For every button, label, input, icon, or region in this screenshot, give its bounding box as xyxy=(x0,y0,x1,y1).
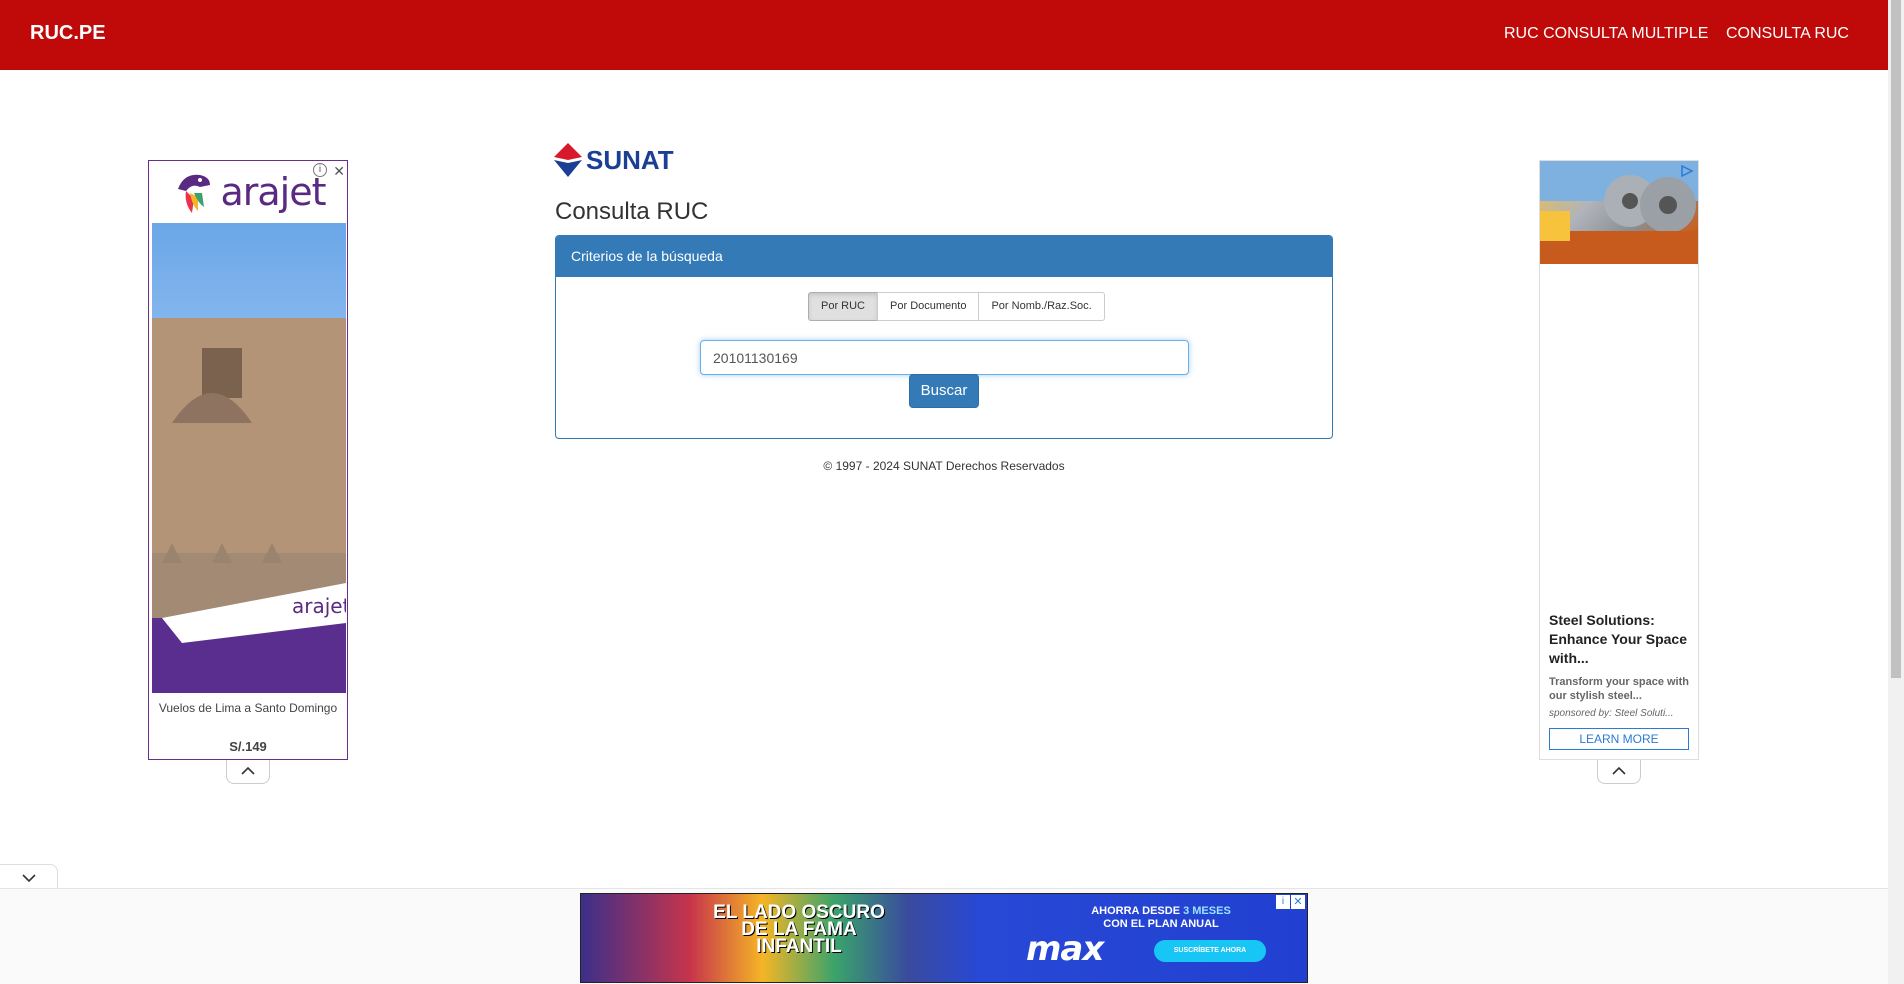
promo-highlight: 3 MESES xyxy=(1183,905,1231,917)
left-ad-banner[interactable]: arajet i ✕ arajet Vuelos de Lima a Santo… xyxy=(148,160,348,760)
steel-coil-illustration xyxy=(1540,161,1698,264)
ad-photo-steel-coils xyxy=(1540,161,1698,264)
adchoices-icon[interactable] xyxy=(1680,164,1694,178)
copyright-footer: © 1997 - 2024 SUNAT Derechos Reservados xyxy=(823,459,1065,473)
right-ad-collapse-button[interactable] xyxy=(1597,760,1641,784)
tab-por-nombre-razon-social[interactable]: Por Nomb./Raz.Soc. xyxy=(978,292,1105,321)
page-title: Consulta RUC xyxy=(555,198,709,225)
sunat-emblem-icon xyxy=(554,143,582,177)
arajet-wordmark: arajet xyxy=(220,170,326,214)
nav-link-ruc-consulta-multiple[interactable]: RUC CONSULTA MULTIPLE xyxy=(1504,25,1708,43)
max-logo: max xyxy=(1026,929,1104,969)
info-icon[interactable]: i xyxy=(313,163,327,177)
top-navbar: RUC.PE RUC CONSULTA MULTIPLE CONSULTA RU… xyxy=(0,0,1888,70)
panel-heading: Criterios de la búsqueda xyxy=(556,236,1332,277)
sunat-wordmark: SUNAT xyxy=(586,144,674,175)
arajet-bird-icon xyxy=(178,174,211,213)
cathedral-illustration: arajet xyxy=(152,318,347,693)
learn-more-button[interactable]: LEARN MORE xyxy=(1549,728,1689,750)
bottom-ad-headline: EL LADO OSCURO DE LA FAMA INFANTIL xyxy=(713,902,885,957)
search-mode-tabs: Por RUC Por Documento Por Nomb./Raz.Soc. xyxy=(808,292,1105,321)
close-icon[interactable]: ✕ xyxy=(333,163,345,180)
ad-photo-santo-domingo: arajet xyxy=(152,223,347,693)
buscar-button[interactable]: Buscar xyxy=(909,374,979,408)
bottom-ad-toggle-button[interactable] xyxy=(0,864,58,890)
bottom-ad-banner[interactable]: EL LADO OSCURO DE LA FAMA INFANTIL AHORR… xyxy=(580,893,1308,983)
promo-text: AHORRA DESDE xyxy=(1091,905,1181,917)
search-panel: Criterios de la búsqueda Por RUC Por Doc… xyxy=(555,235,1333,439)
chevron-down-icon xyxy=(21,874,36,883)
brand-link[interactable]: RUC.PE xyxy=(30,22,106,45)
ruc-input[interactable] xyxy=(700,340,1189,375)
sunat-logo: SUNAT xyxy=(554,143,674,177)
left-ad-collapse-button[interactable] xyxy=(226,760,270,784)
tab-por-ruc[interactable]: Por RUC xyxy=(808,292,879,321)
right-ad-banner[interactable]: Steel Solutions: Enhance Your Space with… xyxy=(1539,160,1699,760)
ad-price: S/.149 xyxy=(229,739,267,754)
page-scrollbar[interactable] xyxy=(1888,0,1904,984)
tab-por-documento[interactable]: Por Documento xyxy=(877,292,980,321)
scrollbar-thumb[interactable] xyxy=(1891,0,1901,678)
ad-caption: Vuelos de Lima a Santo Domingo xyxy=(158,701,338,715)
ad-description: Transform your space with our stylish st… xyxy=(1549,676,1689,702)
close-icon[interactable]: ✕ xyxy=(1291,895,1305,909)
nav-link-consulta-ruc[interactable]: CONSULTA RUC xyxy=(1726,25,1849,43)
ad-sponsor: sponsored by: Steel Soluti... xyxy=(1549,708,1674,719)
bottom-ad-promo: AHORRA DESDE 3 MESES CON EL PLAN ANUAL xyxy=(1061,905,1261,931)
svg-text:arajet: arajet xyxy=(292,594,346,618)
promo-text-2: CON EL PLAN ANUAL xyxy=(1103,918,1219,930)
info-icon[interactable]: i xyxy=(1276,895,1290,909)
ad-headline[interactable]: Steel Solutions: Enhance Your Space with… xyxy=(1549,611,1694,668)
chevron-up-icon xyxy=(1612,766,1626,775)
chevron-up-icon xyxy=(241,766,255,775)
subscribe-button[interactable]: SUSCRÍBETE AHORA xyxy=(1154,940,1266,962)
